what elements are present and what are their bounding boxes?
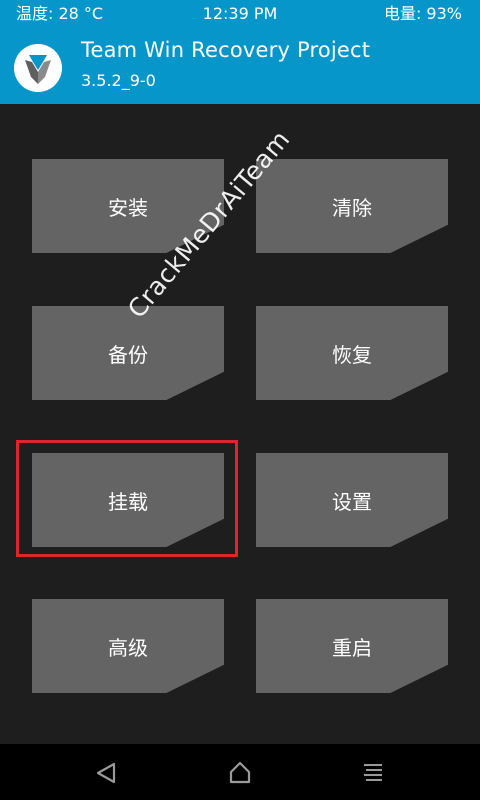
advanced-button[interactable]: 高级	[32, 599, 224, 693]
restore-button[interactable]: 恢复	[256, 306, 448, 400]
navigation-bar	[0, 744, 480, 800]
wipe-label: 清除	[332, 195, 372, 220]
home-icon[interactable]	[225, 758, 255, 788]
restore-label: 恢复	[332, 342, 372, 367]
backup-button[interactable]: 备份	[32, 306, 224, 400]
back-triangle-icon[interactable]	[92, 758, 122, 788]
app-title: Team Win Recovery Project	[81, 38, 371, 62]
reboot-label: 重启	[332, 635, 372, 660]
menu-lines-icon[interactable]	[358, 758, 388, 788]
twrp-logo-icon	[14, 44, 62, 92]
advanced-label: 高级	[108, 635, 148, 660]
status-bar: 温度: 28 °C 12:39 PM 电量: 93%	[0, 0, 480, 28]
install-label: 安装	[108, 195, 148, 220]
backup-label: 备份	[108, 342, 148, 367]
wipe-button[interactable]: 清除	[256, 159, 448, 253]
reboot-button[interactable]: 重启	[256, 599, 448, 693]
app-version: 3.5.2_9-0	[81, 71, 156, 90]
settings-label: 设置	[332, 489, 372, 514]
battery-status: 电量: 93%	[383, 4, 462, 23]
mount-highlight-box	[16, 440, 238, 557]
app-header: Team Win Recovery Project 3.5.2_9-0	[0, 28, 480, 104]
settings-button[interactable]: 设置	[256, 453, 448, 547]
